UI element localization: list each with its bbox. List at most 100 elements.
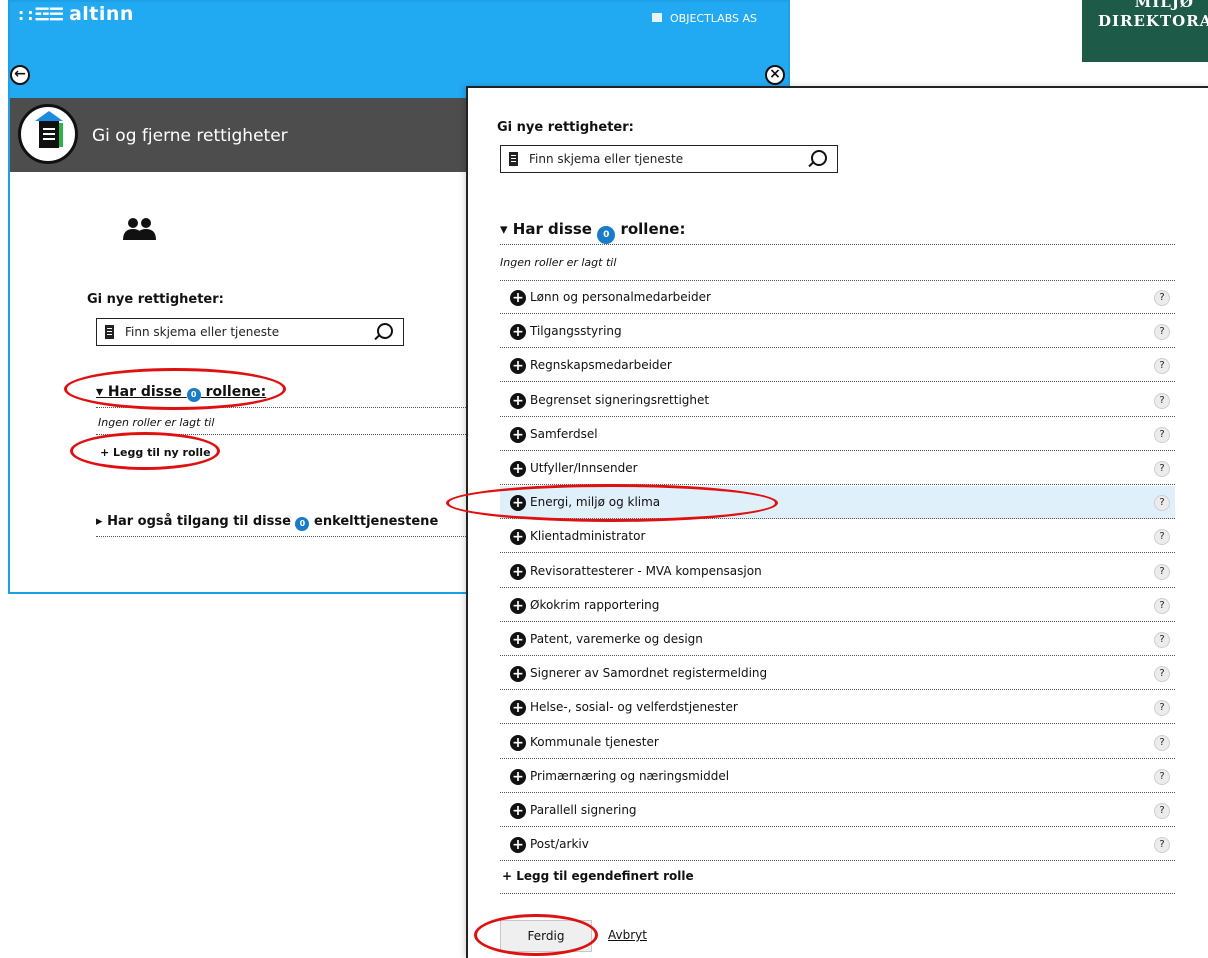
annotation-ellipse <box>474 914 598 956</box>
question-icon[interactable]: ? <box>1154 290 1170 306</box>
role-item[interactable]: + Begrenset signeringsrettighet? <box>500 384 1175 417</box>
question-icon[interactable]: ? <box>1154 392 1170 409</box>
role-name: Patent, varemerke og design <box>530 632 703 646</box>
question-icon[interactable]: ? <box>1154 495 1170 512</box>
divider <box>500 586 1175 588</box>
plus-circle-icon[interactable]: + <box>510 563 526 580</box>
role-item[interactable]: + Utfyller/Innsender? <box>500 452 1175 485</box>
role-item[interactable]: + Tilgangsstyring? <box>500 315 1175 349</box>
question-icon[interactable]: ? <box>1154 358 1170 375</box>
question-icon[interactable]: ? <box>1154 461 1170 477</box>
plus-circle-icon[interactable]: + <box>510 666 526 683</box>
close-button[interactable]: × <box>765 65 785 85</box>
question-icon[interactable]: ? <box>1154 768 1170 785</box>
role-name: Helse-, sosial- og velferdstjenester <box>530 700 738 715</box>
role-item[interactable]: + Regnskapsmedarbeider? <box>500 349 1175 383</box>
annotation-ellipse <box>446 484 778 522</box>
page-title: Gi og fjerne rettigheter <box>92 126 288 146</box>
role-item[interactable]: + Post/arkiv? <box>500 828 1175 862</box>
plus-circle-icon[interactable]: + <box>510 734 526 751</box>
plus-circle-icon[interactable]: + <box>510 324 526 341</box>
divider <box>96 536 476 537</box>
divider <box>500 552 1175 554</box>
role-name: Primærnæring og næringsmiddel <box>530 768 730 783</box>
back-button[interactable]: ← <box>10 65 30 85</box>
role-name: Regnskapsmedarbeider <box>530 358 672 373</box>
add-custom-role-link[interactable]: + Legg til egendefinert rolle <box>502 869 694 883</box>
form-icon <box>105 325 114 339</box>
plus-circle-icon[interactable]: + <box>510 290 526 306</box>
divider <box>500 826 1175 827</box>
annotation-ellipse <box>64 368 286 410</box>
question-icon[interactable]: ? <box>1154 529 1170 546</box>
plus-circle-icon[interactable]: + <box>510 700 526 717</box>
dialog-search-input[interactable]: Finn skjema eller tjeneste <box>500 145 838 173</box>
role-item[interactable]: + Klientadministrator? <box>500 520 1175 554</box>
plus-circle-icon[interactable]: + <box>510 768 526 785</box>
services-count-badge: 0 <box>295 517 310 531</box>
plus-circle-icon[interactable]: + <box>510 632 526 648</box>
question-icon[interactable]: ? <box>1154 563 1170 580</box>
question-icon[interactable]: ? <box>1154 666 1170 683</box>
role-name: Begrenset signeringsrettighet <box>530 392 710 407</box>
question-icon[interactable]: ? <box>1154 632 1170 648</box>
role-name: Klientadministrator <box>530 529 646 544</box>
plus-circle-icon[interactable]: + <box>510 461 526 477</box>
role-item[interactable]: + Revisorattesterer - MVA kompensasjon? <box>500 555 1175 588</box>
plus-circle-icon[interactable]: + <box>510 597 526 614</box>
role-item[interactable]: + Kommunale tjenester? <box>500 726 1175 759</box>
divider <box>500 313 1175 314</box>
plus-circle-icon[interactable]: + <box>510 426 526 443</box>
role-item[interactable]: + Samferdsel? <box>500 418 1175 451</box>
role-name: Post/arkiv <box>530 837 589 852</box>
role-item[interactable]: + Parallell signering? <box>500 794 1175 827</box>
organization-selector[interactable]: OBJECTLABS AS <box>650 11 757 25</box>
divider <box>500 381 1175 383</box>
role-name: Signerer av Samordnet registermelding <box>530 666 768 681</box>
role-name: Parallell signering <box>530 803 637 817</box>
question-icon[interactable]: ? <box>1154 837 1170 854</box>
role-item[interactable]: + Signerer av Samordnet registermelding? <box>500 657 1175 691</box>
dialog-roles-count-badge: 0 <box>597 226 616 244</box>
question-icon[interactable]: ? <box>1154 597 1170 614</box>
building-icon <box>650 11 664 24</box>
form-icon <box>509 152 518 166</box>
role-item[interactable]: + Patent, varemerke og design? <box>500 623 1175 656</box>
plus-circle-icon[interactable]: + <box>510 529 526 546</box>
divider <box>500 244 1175 245</box>
users-icon <box>123 218 156 240</box>
divider <box>500 723 1175 725</box>
role-item[interactable]: + Primærnæring og næringsmiddel? <box>500 760 1175 793</box>
question-icon[interactable]: ? <box>1154 700 1170 717</box>
single-services-toggle[interactable]: ▸ Har også tilgang til disse 0 enkelttje… <box>96 514 438 531</box>
divider <box>500 757 1175 759</box>
question-icon[interactable]: ? <box>1154 803 1170 819</box>
role-name: Økokrim rapportering <box>530 597 660 612</box>
question-icon[interactable]: ? <box>1154 734 1170 751</box>
role-name: Tilgangsstyring <box>530 324 622 339</box>
role-item[interactable]: + Lønn og personalmedarbeider? <box>500 281 1175 314</box>
plus-circle-icon[interactable]: + <box>510 358 526 375</box>
search-input[interactable]: Finn skjema eller tjeneste <box>96 318 404 346</box>
divider <box>500 415 1175 417</box>
role-item[interactable]: + Økokrim rapportering? <box>500 589 1175 622</box>
annotation-ellipse <box>70 432 220 470</box>
cancel-link[interactable]: Avbryt <box>608 928 647 942</box>
question-icon[interactable]: ? <box>1154 426 1170 443</box>
altinn-logo[interactable]: ::☲☰ altinn <box>16 3 134 25</box>
role-item[interactable]: + Helse-, sosial- og velferdstjenester? <box>500 691 1175 725</box>
search-icon[interactable] <box>377 323 393 339</box>
miljodirektoratet-logo: MILJØ DIREKTORATET <box>1082 0 1208 62</box>
dialog-give-rights-title: Gi nye rettigheter: <box>497 120 634 135</box>
divider <box>500 347 1175 349</box>
dialog-roles-toggle[interactable]: ▾ Har disse 0 rollene: <box>500 220 685 244</box>
no-roles-text: Ingen roller er lagt til <box>98 416 215 429</box>
plus-circle-icon[interactable]: + <box>510 837 526 854</box>
question-icon[interactable]: ? <box>1154 324 1170 341</box>
divider <box>500 655 1175 656</box>
divider <box>500 791 1175 793</box>
plus-circle-icon[interactable]: + <box>510 392 526 409</box>
search-icon[interactable] <box>811 150 827 166</box>
close-icon: × <box>769 66 781 82</box>
plus-circle-icon[interactable]: + <box>510 803 526 819</box>
